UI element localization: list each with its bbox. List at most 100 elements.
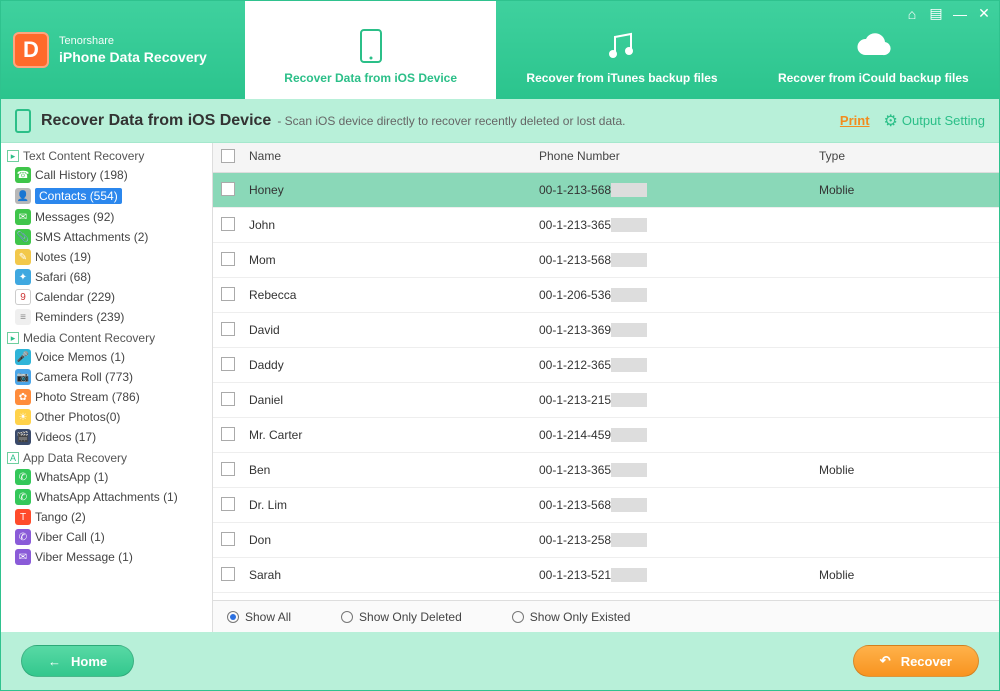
sidebar-item[interactable]: 9Calendar (229) xyxy=(1,287,212,307)
phone-masked xyxy=(611,428,647,442)
category-icon: ✎ xyxy=(15,249,31,265)
sidebar-item[interactable]: ✆WhatsApp Attachments (1) xyxy=(1,487,212,507)
output-setting-link[interactable]: ⚙ Output Setting xyxy=(884,111,985,131)
sidebar-item[interactable]: ✉Messages (92) xyxy=(1,207,212,227)
cell-type: Moblie xyxy=(819,463,991,477)
filter-radio[interactable]: Show Only Deleted xyxy=(341,610,462,624)
header-name[interactable]: Name xyxy=(249,149,539,166)
sidebar-item[interactable]: 🎤Voice Memos (1) xyxy=(1,347,212,367)
print-link[interactable]: Print xyxy=(840,113,870,128)
category-icon: ✉ xyxy=(15,209,31,225)
cell-name: Don xyxy=(249,533,539,547)
recover-button[interactable]: ↶ Recover xyxy=(853,645,979,677)
sidebar-group-label: App Data Recovery xyxy=(23,451,127,465)
undo-icon: ↶ xyxy=(880,653,891,669)
row-checkbox[interactable] xyxy=(221,287,235,301)
row-checkbox[interactable] xyxy=(221,497,235,511)
phone-masked xyxy=(611,218,647,232)
row-checkbox[interactable] xyxy=(221,427,235,441)
sidebar-item[interactable]: 👤Contacts (554) xyxy=(1,185,212,207)
arrow-left-icon: ← xyxy=(48,654,61,669)
sidebar-item[interactable]: TTango (2) xyxy=(1,507,212,527)
sidebar-item-label: Reminders (239) xyxy=(35,310,124,324)
cell-phone: 00-1-213-365 xyxy=(539,463,819,478)
table-row[interactable]: Daddy00-1-212-365 xyxy=(213,348,999,383)
close-icon[interactable]: ✕ xyxy=(975,5,993,22)
row-checkbox[interactable] xyxy=(221,217,235,231)
sidebar-item[interactable]: ☀Other Photos(0) xyxy=(1,407,212,427)
phone-icon xyxy=(351,29,391,63)
table-row[interactable]: Sarah00-1-213-521Moblie xyxy=(213,558,999,593)
row-checkbox[interactable] xyxy=(221,462,235,476)
sidebar-item[interactable]: ✆ WhatsApp (1) xyxy=(1,467,212,487)
tab-0[interactable]: Recover Data from iOS Device xyxy=(245,1,496,99)
category-icon: T xyxy=(15,509,31,525)
table-row[interactable]: Mom00-1-213-568 xyxy=(213,243,999,278)
sidebar-item-label: WhatsApp Attachments (1) xyxy=(35,490,178,504)
sidebar-item[interactable]: ✿Photo Stream (786) xyxy=(1,387,212,407)
table-row[interactable]: John00-1-213-365 xyxy=(213,208,999,243)
row-checkbox[interactable] xyxy=(221,322,235,336)
sidebar-group[interactable]: AApp Data Recovery xyxy=(1,447,212,467)
sidebar-item[interactable]: ✦Safari (68) xyxy=(1,267,212,287)
table-row[interactable]: Mr. Carter00-1-214-459 xyxy=(213,418,999,453)
sidebar-item[interactable]: ✎Notes (19) xyxy=(1,247,212,267)
header-phone[interactable]: Phone Number xyxy=(539,149,819,166)
row-checkbox[interactable] xyxy=(221,567,235,581)
select-all-checkbox[interactable] xyxy=(221,149,235,163)
row-checkbox[interactable] xyxy=(221,357,235,371)
table-row[interactable]: Don00-1-213-258 xyxy=(213,523,999,558)
table-row[interactable]: Ben00-1-213-365Moblie xyxy=(213,453,999,488)
category-icon: ✆ xyxy=(15,469,31,485)
cloud-icon xyxy=(853,29,893,63)
row-checkbox[interactable] xyxy=(221,182,235,196)
category-icon: 📎 xyxy=(15,229,31,245)
table-row[interactable]: Honey00-1-213-568Moblie xyxy=(213,173,999,208)
table-row[interactable]: David00-1-213-369 xyxy=(213,313,999,348)
tab-1[interactable]: Recover from iTunes backup files xyxy=(496,1,747,99)
sidebar-item[interactable]: 🎬Videos (17) xyxy=(1,427,212,447)
sidebar-item[interactable]: 📎SMS Attachments (2) xyxy=(1,227,212,247)
header-type[interactable]: Type xyxy=(819,149,991,166)
sidebar-item[interactable]: ✆Viber Call (1) xyxy=(1,527,212,547)
table-wrap[interactable]: Name Phone Number Type Honey00-1-213-568… xyxy=(213,143,999,600)
sidebar-group[interactable]: ▸Media Content Recovery xyxy=(1,327,212,347)
sidebar-item-label: Contacts (554) xyxy=(35,188,122,204)
tab-label: Recover from iTunes backup files xyxy=(526,71,717,85)
product-label: iPhone Data Recovery xyxy=(59,48,207,66)
sidebar-item-label: Voice Memos (1) xyxy=(35,350,125,364)
sidebar-group[interactable]: ▸Text Content Recovery xyxy=(1,145,212,165)
sidebar-item[interactable]: 📷Camera Roll (773) xyxy=(1,367,212,387)
table-row[interactable]: Rebecca00-1-206-536 xyxy=(213,278,999,313)
phone-masked xyxy=(611,183,647,197)
cell-phone: 00-1-213-369 xyxy=(539,323,819,338)
contacts-table: Name Phone Number Type Honey00-1-213-568… xyxy=(213,143,999,593)
row-checkbox[interactable] xyxy=(221,252,235,266)
cell-phone: 00-1-213-568 xyxy=(539,253,819,268)
sidebar-item[interactable]: ✉Viber Message (1) xyxy=(1,547,212,567)
sidebar-item-label: WhatsApp (1) xyxy=(35,470,108,484)
filter-radio[interactable]: Show Only Existed xyxy=(512,610,631,624)
sidebar-item-label: Photo Stream (786) xyxy=(35,390,140,404)
cell-name: Daniel xyxy=(249,393,539,407)
home-icon[interactable]: ⌂ xyxy=(903,6,921,22)
menu-icon[interactable]: ▤ xyxy=(927,5,945,22)
cell-phone: 00-1-213-365 xyxy=(539,218,819,233)
table-row[interactable]: Dr. Lim00-1-213-568 xyxy=(213,488,999,523)
minimize-icon[interactable]: — xyxy=(951,6,969,22)
cell-name: Mom xyxy=(249,253,539,267)
home-button[interactable]: ← Home xyxy=(21,645,134,677)
row-checkbox[interactable] xyxy=(221,392,235,406)
filter-radio[interactable]: Show All xyxy=(227,610,291,624)
expand-icon: ▸ xyxy=(7,332,19,344)
table-row[interactable]: Daniel00-1-213-215 xyxy=(213,383,999,418)
content-area: Name Phone Number Type Honey00-1-213-568… xyxy=(213,143,999,632)
cell-name: Daddy xyxy=(249,358,539,372)
sidebar-item[interactable]: ☎Call History (198) xyxy=(1,165,212,185)
cell-name: John xyxy=(249,218,539,232)
row-checkbox[interactable] xyxy=(221,532,235,546)
tab-label: Recover Data from iOS Device xyxy=(284,71,457,85)
sidebar: ▸Text Content Recovery☎Call History (198… xyxy=(1,143,213,632)
sidebar-item[interactable]: ≡Reminders (239) xyxy=(1,307,212,327)
cell-phone: 00-1-212-365 xyxy=(539,358,819,373)
